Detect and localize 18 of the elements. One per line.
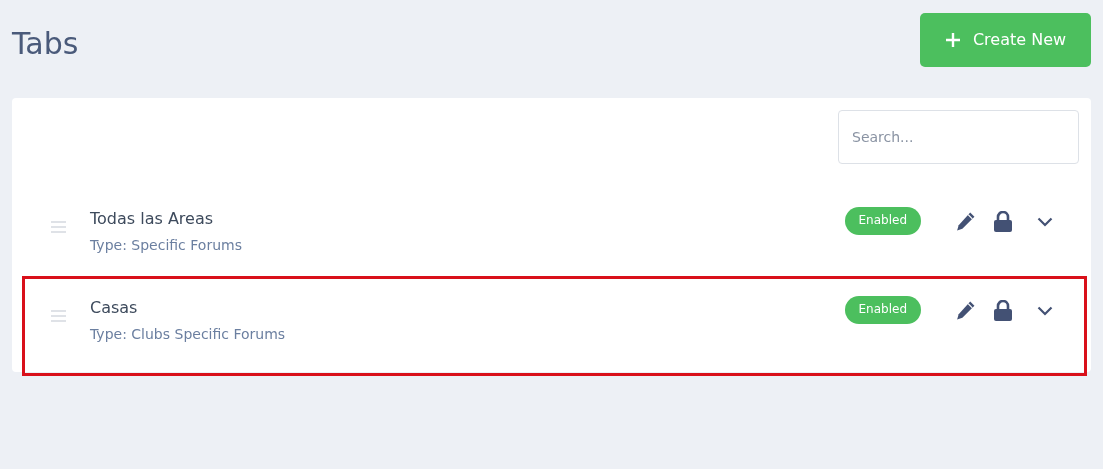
plus-icon	[944, 32, 961, 48]
page-title: Tabs	[12, 29, 79, 59]
lock-icon[interactable]	[994, 211, 1012, 232]
tab-type: Type: Clubs Specific Forums	[90, 325, 287, 344]
tab-name: Todas las Areas	[90, 208, 215, 230]
chevron-down-icon[interactable]	[1037, 305, 1053, 316]
search-field[interactable]: Search...	[838, 110, 1079, 164]
drag-handle-icon[interactable]	[51, 221, 66, 233]
tab-name: Casas	[90, 297, 139, 319]
status-badge: Enabled	[844, 296, 921, 324]
create-new-button[interactable]: Create New	[920, 13, 1091, 67]
chevron-down-icon[interactable]	[1037, 216, 1053, 227]
tab-type: Type: Specific Forums	[90, 236, 243, 255]
pencil-icon[interactable]	[955, 211, 976, 232]
lock-icon[interactable]	[994, 300, 1012, 321]
drag-handle-icon[interactable]	[51, 310, 66, 322]
status-badge: Enabled	[844, 207, 921, 235]
pencil-icon[interactable]	[955, 300, 976, 321]
